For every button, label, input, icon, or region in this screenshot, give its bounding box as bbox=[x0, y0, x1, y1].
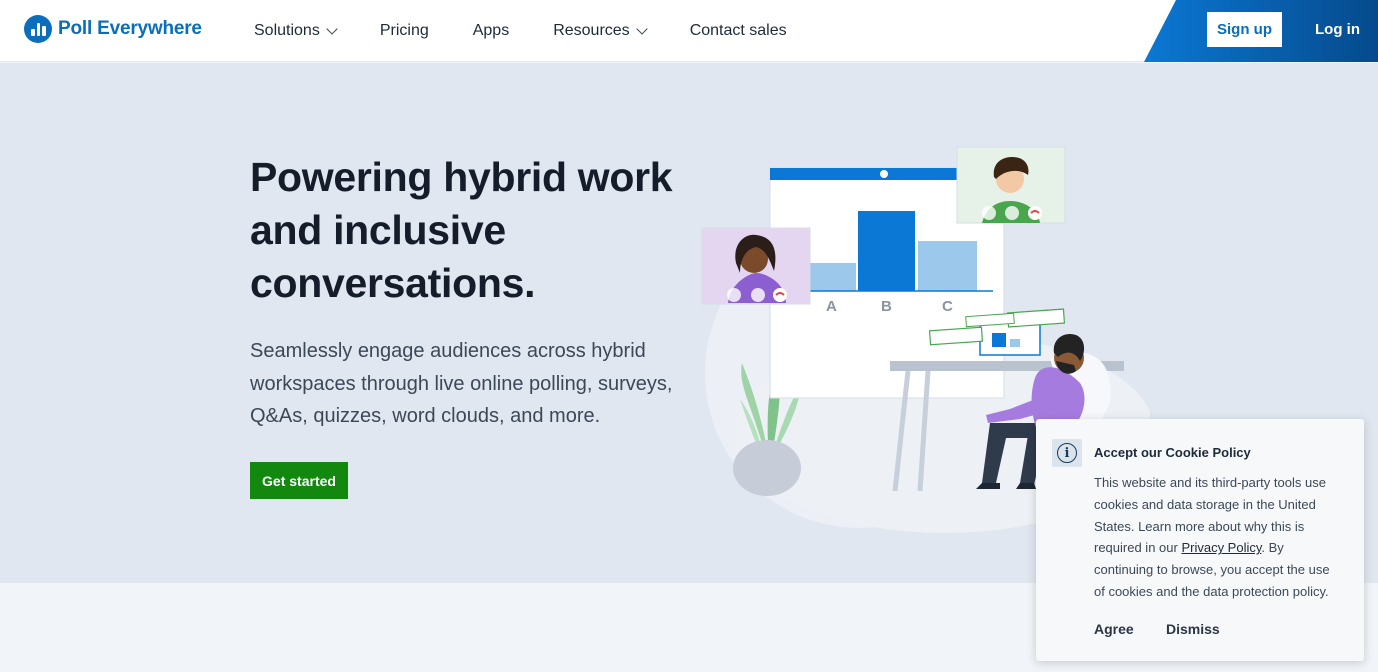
bar-label-b: B bbox=[881, 298, 892, 315]
nav-solutions-label: Solutions bbox=[254, 22, 320, 39]
video-tile-participant-woman bbox=[701, 227, 811, 305]
info-icon: i bbox=[1052, 439, 1082, 467]
hero-subheadline: Seamlessly engage audiences across hybri… bbox=[250, 340, 673, 427]
poll-bar-a bbox=[810, 263, 856, 291]
hero-headline: Powering hybrid work and inclusive conve… bbox=[250, 154, 673, 306]
chevron-down-icon bbox=[326, 23, 338, 35]
poll-bar-c bbox=[918, 241, 977, 291]
sign-up-button[interactable]: Sign up bbox=[1207, 12, 1282, 47]
chevron-down-icon bbox=[636, 23, 648, 35]
main-nav: Solutions Pricing Apps Resources Contact… bbox=[254, 0, 831, 62]
cookie-body: This website and its third-party tools u… bbox=[1094, 472, 1344, 603]
nav-solutions[interactable]: Solutions bbox=[254, 22, 338, 40]
nav-contact-sales[interactable]: Contact sales bbox=[690, 22, 787, 40]
video-tile-participant-man bbox=[956, 146, 1066, 224]
nav-apps[interactable]: Apps bbox=[473, 22, 509, 40]
brand-logo[interactable]: Poll Everywhere bbox=[24, 15, 202, 43]
cookie-agree-button[interactable]: Agree bbox=[1094, 621, 1134, 637]
cookie-title: Accept our Cookie Policy bbox=[1094, 445, 1251, 460]
site-header: Poll Everywhere Solutions Pricing Apps R… bbox=[0, 0, 1378, 62]
nav-resources[interactable]: Resources bbox=[553, 22, 648, 40]
cookie-dismiss-button[interactable]: Dismiss bbox=[1166, 621, 1220, 637]
brand-name: Poll Everywhere bbox=[58, 18, 202, 39]
poll-everywhere-logo-icon bbox=[24, 15, 52, 43]
nav-contact-sales-label: Contact sales bbox=[689, 22, 787, 39]
nav-pricing[interactable]: Pricing bbox=[380, 22, 429, 40]
get-started-button[interactable]: Get started bbox=[250, 462, 348, 499]
bar-label-c: C bbox=[942, 298, 953, 315]
bar-label-a: A bbox=[826, 298, 837, 315]
poll-bar-b bbox=[858, 211, 915, 291]
cookie-consent-banner: i Accept our Cookie Policy This website … bbox=[1036, 419, 1364, 661]
log-in-link[interactable]: Log in bbox=[1315, 21, 1360, 38]
nav-resources-label: Resources bbox=[553, 22, 630, 39]
nav-pricing-label: Pricing bbox=[379, 22, 429, 39]
nav-apps-label: Apps bbox=[472, 22, 510, 39]
privacy-policy-link[interactable]: Privacy Policy bbox=[1181, 540, 1261, 555]
